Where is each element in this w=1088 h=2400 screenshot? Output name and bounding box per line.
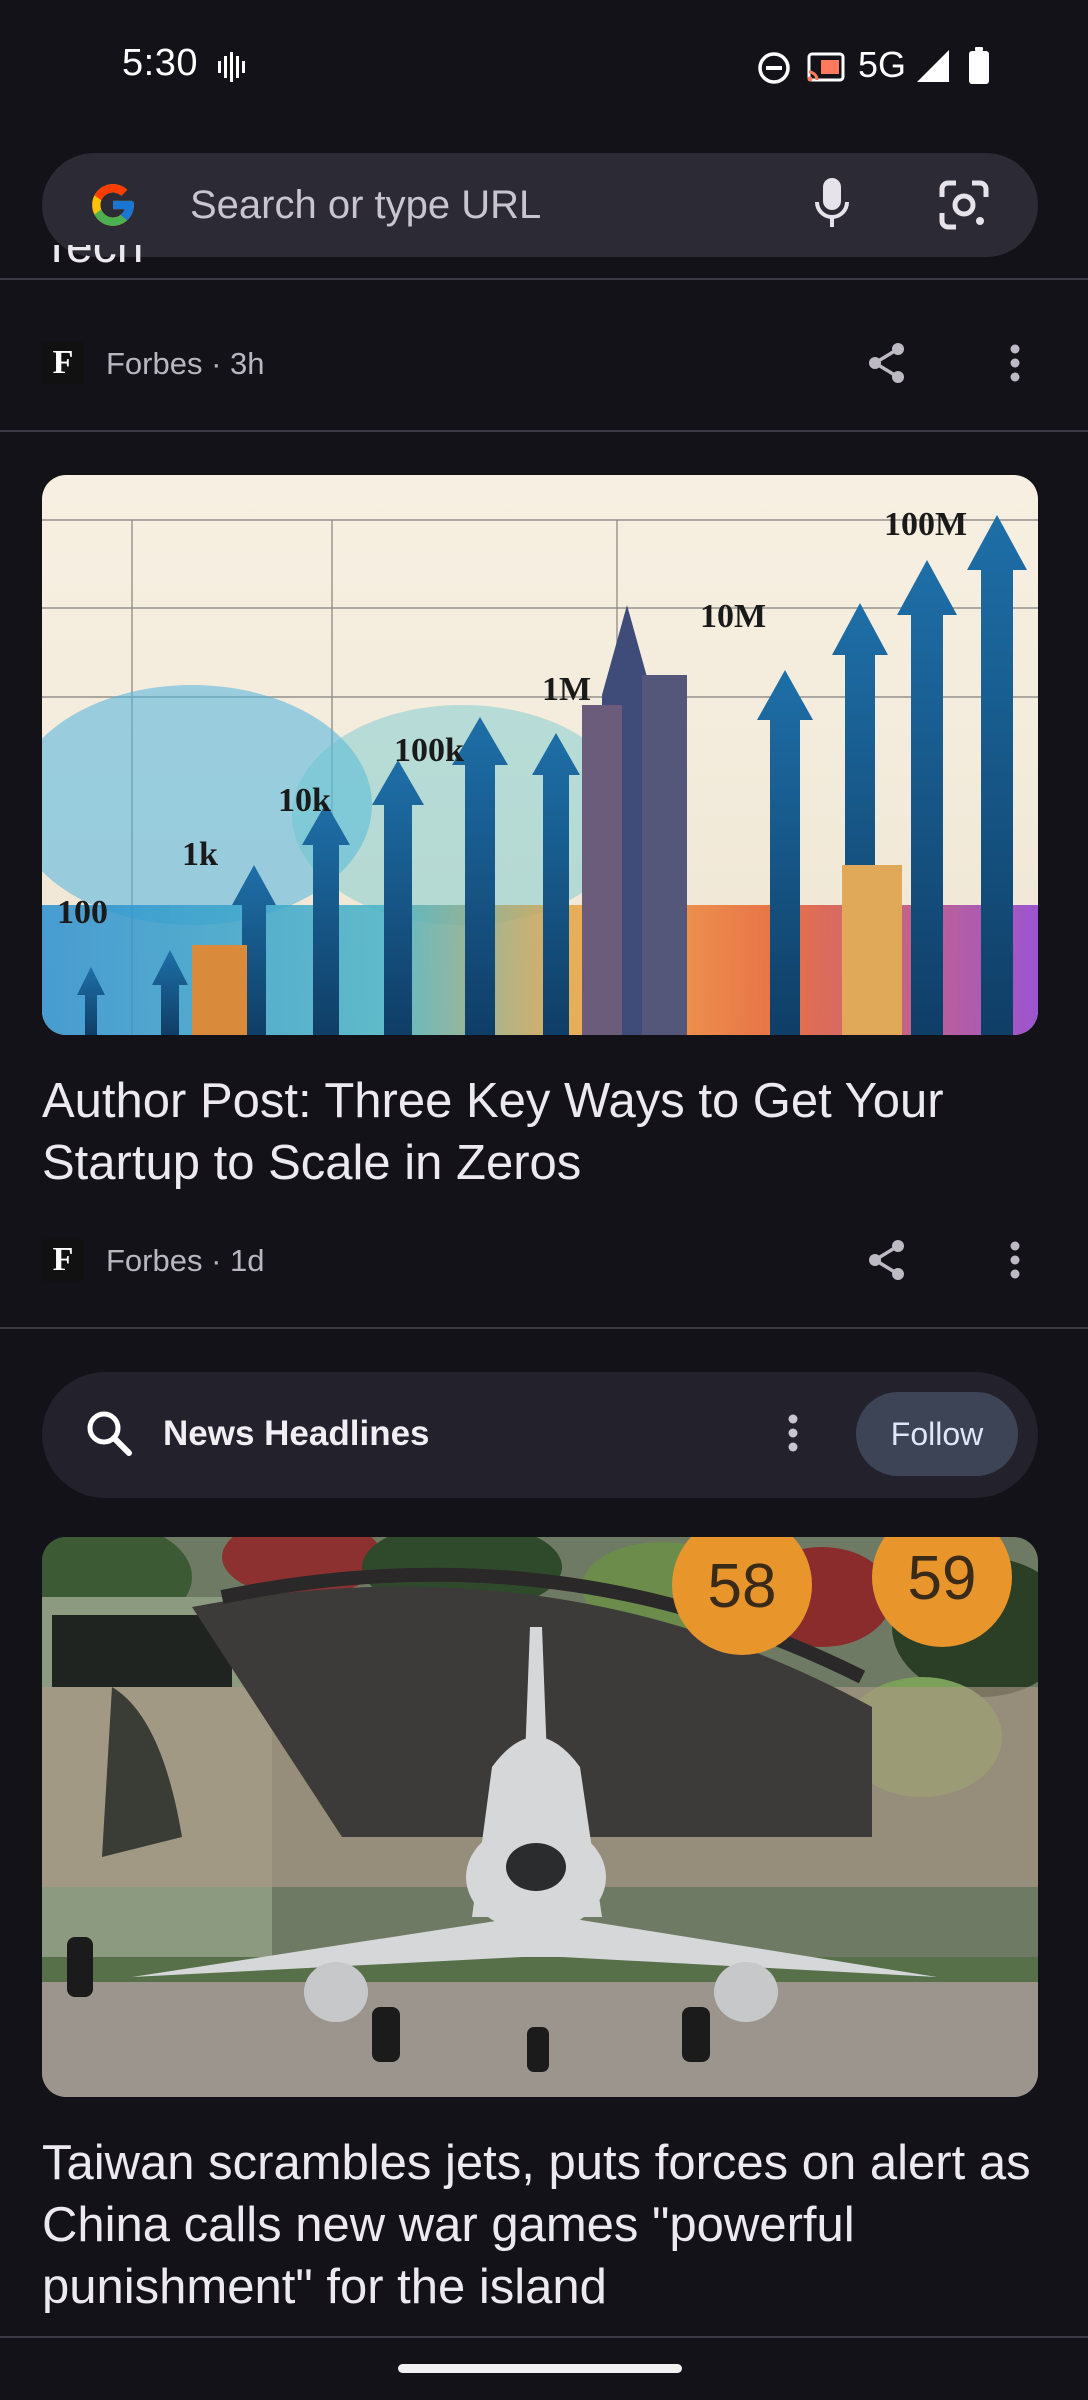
divider bbox=[0, 1327, 1088, 1329]
topic-title: News Headlines bbox=[163, 1414, 430, 1453]
mic-icon[interactable] bbox=[814, 176, 850, 237]
screen: 5:30 5G Search or type URL Tech F Forbes… bbox=[0, 0, 1088, 2400]
chart-label-1k: 1k bbox=[182, 836, 218, 873]
cast-icon bbox=[805, 50, 847, 91]
forbes-logo: F bbox=[42, 342, 84, 384]
chart-label-100k: 100k bbox=[394, 732, 464, 769]
article-source-row: F Forbes · 3h bbox=[42, 330, 1046, 390]
article-source-row: F Forbes · 1d bbox=[42, 1227, 1046, 1287]
google-logo bbox=[88, 180, 138, 235]
search-bar[interactable]: Search or type URL bbox=[42, 153, 1038, 257]
chart-label-1m: 1M bbox=[542, 671, 591, 708]
battery-icon bbox=[966, 46, 992, 91]
status-time: 5:30 bbox=[122, 42, 198, 84]
article-source: Forbes · 3h bbox=[106, 346, 265, 381]
share-icon[interactable] bbox=[864, 340, 910, 391]
aircraft-number-58: 58 bbox=[708, 1552, 777, 1621]
search-icon bbox=[84, 1408, 134, 1463]
chart-label-10m: 10M bbox=[700, 598, 766, 635]
divider bbox=[0, 430, 1088, 432]
aircraft-number-59: 59 bbox=[908, 1544, 977, 1613]
do-not-disturb-icon bbox=[756, 50, 792, 91]
article-image[interactable]: 58 59 bbox=[42, 1537, 1038, 2097]
divider bbox=[0, 2336, 1088, 2338]
follow-button[interactable]: Follow bbox=[856, 1392, 1018, 1476]
more-options-icon[interactable] bbox=[1002, 340, 1028, 391]
lens-icon[interactable] bbox=[936, 177, 992, 238]
article-title[interactable]: Taiwan scrambles jets, puts forces on al… bbox=[42, 2132, 1042, 2318]
search-input[interactable]: Search or type URL bbox=[190, 183, 541, 228]
topic-header[interactable]: News Headlines Follow bbox=[42, 1372, 1038, 1498]
chart-label-100: 100 bbox=[57, 894, 108, 931]
chart-label-100m: 100M bbox=[884, 506, 967, 543]
more-options-icon[interactable] bbox=[1002, 1237, 1028, 1288]
more-options-icon[interactable] bbox=[780, 1410, 806, 1461]
forbes-logo: F bbox=[42, 1239, 84, 1281]
chart-label-10k: 10k bbox=[278, 782, 331, 819]
signal-icon bbox=[915, 48, 951, 89]
article-title[interactable]: Author Post: Three Key Ways to Get Your … bbox=[42, 1070, 1042, 1194]
share-icon[interactable] bbox=[864, 1237, 910, 1288]
vibrate-icon bbox=[214, 50, 248, 89]
previous-headline-clipped: Tech bbox=[42, 245, 144, 273]
network-type: 5G bbox=[858, 44, 907, 85]
article-source: Forbes · 1d bbox=[106, 1243, 265, 1278]
home-indicator[interactable] bbox=[398, 2364, 682, 2373]
article-image[interactable]: 100 1k 10k 100k 1M 10M 100M bbox=[42, 475, 1038, 1035]
status-bar: 5:30 5G bbox=[0, 0, 1088, 135]
